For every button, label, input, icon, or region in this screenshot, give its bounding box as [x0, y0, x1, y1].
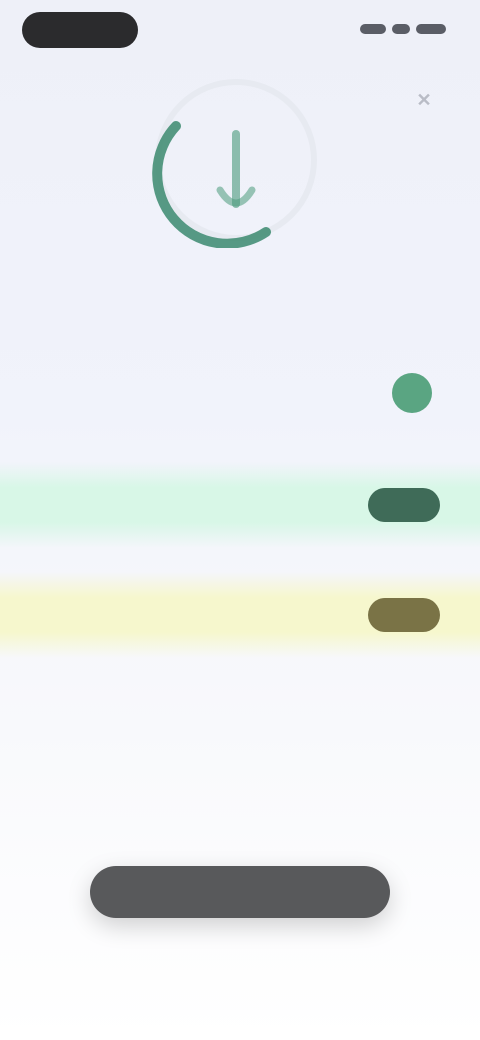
wifi-icon	[392, 24, 410, 34]
app-ring-icon	[148, 72, 324, 249]
option-toggle[interactable]	[392, 373, 432, 413]
close-button[interactable]: ✕	[410, 86, 438, 114]
option-row-1[interactable]	[0, 350, 480, 436]
status-bar-time-pill	[22, 12, 138, 48]
option-row-2[interactable]	[0, 462, 480, 548]
primary-action-button[interactable]	[90, 866, 390, 918]
option-action-button[interactable]	[368, 488, 440, 522]
battery-icon	[416, 24, 446, 34]
option-row-3[interactable]	[0, 572, 480, 658]
status-bar-indicators	[354, 20, 446, 38]
signal-icon	[360, 24, 386, 34]
close-icon: ✕	[416, 89, 432, 110]
option-action-button[interactable]	[368, 598, 440, 632]
ring-graphic	[152, 79, 317, 249]
